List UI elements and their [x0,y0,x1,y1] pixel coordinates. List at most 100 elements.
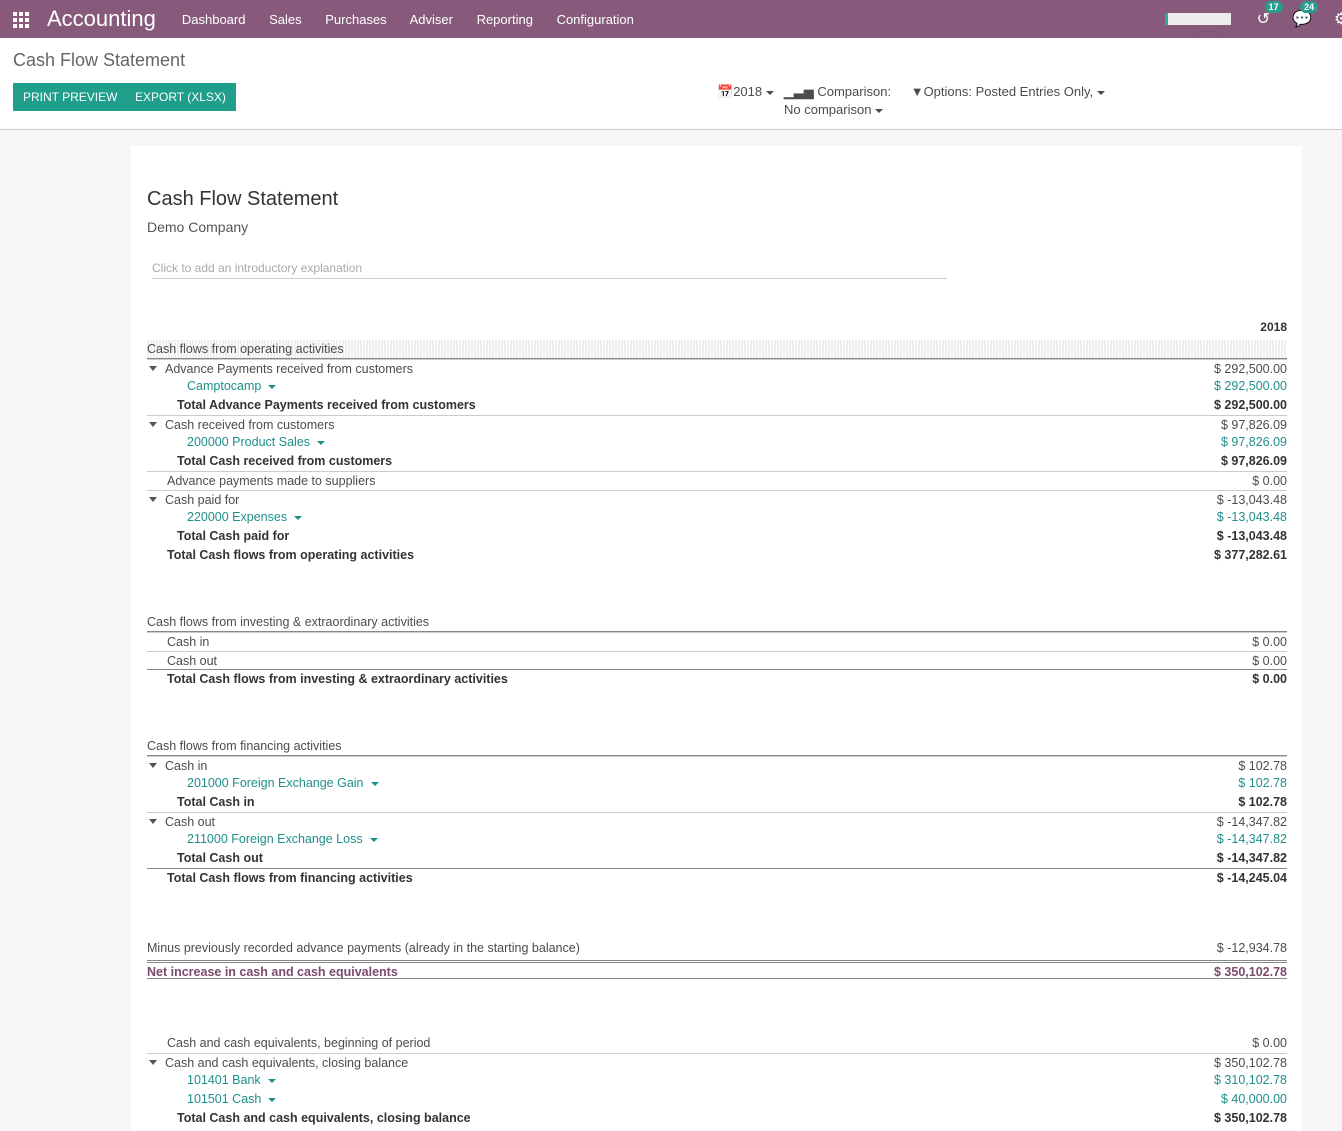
row-value: $ 350,102.78 [1214,1055,1287,1070]
row-value: $ -13,043.48 [1216,528,1287,543]
collapse-triangle-icon[interactable] [149,1060,157,1066]
menu-dashboard[interactable]: Dashboard [182,12,246,27]
collapse-triangle-icon[interactable] [149,819,157,825]
account-row[interactable]: 211000 Foreign Exchange Loss $ -14,347.82 [147,830,1287,849]
table-row[interactable]: Cash paid for $ -13,043.48 [147,489,1287,509]
table-row: Total Cash and cash equivalents, closing… [147,1109,1287,1128]
row-label: Total Cash received from customers [177,454,393,469]
row-label[interactable]: 201000 Foreign Exchange Gain [187,776,364,790]
export-xlsx-button[interactable]: EXPORT (XLSX) [125,83,236,111]
row-label[interactable]: Camptocamp [187,379,261,393]
debug-icon[interactable]: ⚙ [1334,9,1342,29]
collapse-triangle-icon[interactable] [149,366,157,372]
account-dropdown-caret-icon[interactable] [294,515,303,520]
row-value: $ -14,347.82 [1216,832,1287,847]
row-label[interactable]: 101501 Cash [187,1092,261,1106]
table-row[interactable]: Cash in $ 102.78 [147,755,1287,775]
filter-icon: ▼ [910,84,924,99]
intro-explanation-field[interactable]: Click to add an introductory explanation [152,261,947,279]
menu-purchases[interactable]: Purchases [325,12,386,27]
row-label[interactable]: 101401 Bank [187,1073,261,1087]
row-value: $ 102.78 [1238,795,1287,810]
row-label[interactable]: 200000 Product Sales [187,435,310,449]
account-row[interactable]: 200000 Product Sales $ 97,826.09 [147,433,1287,452]
table-row: Cash flows from financing activities [147,737,1287,756]
collapse-triangle-icon[interactable] [149,763,157,769]
table-row: Total Cash received from customers $ 97,8… [147,452,1287,471]
table-row: Total Advance Payments received from cus… [147,396,1287,415]
menu-configuration[interactable]: Configuration [557,12,634,27]
table-row[interactable]: Cash out $ -14,347.82 [147,811,1287,831]
collapse-triangle-icon[interactable] [149,422,157,428]
account-row[interactable]: 201000 Foreign Exchange Gain $ 102.78 [147,774,1287,793]
table-row: Cash out $ 0.00 [147,650,1287,670]
row-value: $ 0.00 [1252,653,1287,668]
menu-adviser[interactable]: Adviser [410,12,453,27]
account-dropdown-caret-icon[interactable] [317,441,326,446]
row-value: $ 97,826.09 [1220,454,1287,469]
table-row[interactable]: Cash received from customers $ 97,826.09 [147,414,1287,434]
bar-chart-icon: ▁▃▅ [783,84,814,99]
account-dropdown-caret-icon[interactable] [369,838,378,843]
menu-sales[interactable]: Sales [269,12,302,27]
activity-badge: 17 [1264,1,1283,13]
table-row[interactable]: Advance Payments received from customers… [147,358,1287,378]
comparison-filter[interactable]: ▁▃▅ Comparison: [784,84,891,99]
control-panel: Cash Flow Statement PRINT PREVIEW EXPORT… [0,38,1342,130]
row-value: $ 102.78 [1238,758,1287,773]
row-label: Cash and cash equivalents, beginning of … [167,1035,431,1050]
table-row: Total Cash flows from investing & extrao… [147,669,1287,688]
account-dropdown-caret-icon[interactable] [268,385,277,390]
table-row: Cash flows from operating activities [147,340,1287,359]
menu-reporting[interactable]: Reporting [477,12,533,27]
row-label: Cash in [165,758,208,773]
table-row: Total Cash flows from financing activiti… [147,867,1287,887]
row-label: Cash paid for [165,492,240,507]
row-label: Total Cash paid for [177,528,290,543]
report-table: 2018 Cash flows from operating activitie… [147,320,1287,1127]
row-value: $ 0.00 [1252,473,1287,488]
row-label: Total Cash out [177,851,263,866]
options-filter[interactable]: ▼Options: Posted Entries Only, [910,84,1106,99]
row-label: Cash flows from operating activities [147,342,344,356]
systray-search-input[interactable] [1164,13,1231,25]
row-label: Total Cash and cash equivalents, closing… [177,1110,471,1125]
row-value: $ 350,102.78 [1214,1110,1287,1125]
row-label: Cash out [167,653,218,668]
row-value: $ 292,500.00 [1214,361,1287,376]
row-label: Total Advance Payments received from cus… [177,398,476,413]
row-label: Cash received from customers [165,417,335,432]
account-dropdown-caret-icon[interactable] [268,1097,277,1102]
account-dropdown-caret-icon[interactable] [370,782,379,787]
row-value: $ 292,500.00 [1214,379,1287,394]
account-row[interactable]: 101501 Cash $ 40,000.00 [147,1090,1287,1109]
row-label: Total Cash flows from investing & extrao… [167,672,508,687]
account-row[interactable]: Camptocamp $ 292,500.00 [147,377,1287,396]
collapse-triangle-icon[interactable] [149,497,157,503]
table-row: Cash flows from investing & extraordinar… [147,613,1287,632]
account-dropdown-caret-icon[interactable] [267,1078,276,1083]
table-row: Cash and cash equivalents, beginning of … [147,1034,1287,1053]
row-label: Cash in [167,634,210,649]
column-header-2018: 2018 [1260,320,1287,334]
account-row[interactable]: 220000 Expenses $ -13,043.48 [147,508,1287,527]
row-label[interactable]: 211000 Foreign Exchange Loss [187,832,363,846]
row-value: $ 102.78 [1238,776,1287,791]
table-row[interactable]: Cash and cash equivalents, closing balan… [147,1052,1287,1072]
app-brand[interactable]: Accounting [47,6,156,32]
row-label: Net increase in cash and cash equivalent… [147,965,398,980]
row-value: $ -13,043.48 [1216,492,1287,507]
apps-menu-icon[interactable] [13,12,31,28]
activity-icon[interactable]: ↺ 17 [1257,1,1283,29]
row-value: $ 0.00 [1252,672,1287,687]
table-row: Total Cash in $ 102.78 [147,793,1287,812]
row-label[interactable]: 220000 Expenses [187,510,287,524]
row-value: $ 292,500.00 [1214,398,1287,413]
row-value: $ -14,347.82 [1216,814,1287,829]
table-row: Total Cash flows from operating activiti… [147,546,1287,565]
date-filter[interactable]: 📅2018 [717,84,775,99]
messages-icon[interactable]: 💬 24 [1292,1,1319,29]
account-row[interactable]: 101401 Bank $ 310,102.78 [147,1071,1287,1090]
comparison-value[interactable]: No comparison [784,102,871,117]
print-preview-button[interactable]: PRINT PREVIEW [13,83,128,111]
